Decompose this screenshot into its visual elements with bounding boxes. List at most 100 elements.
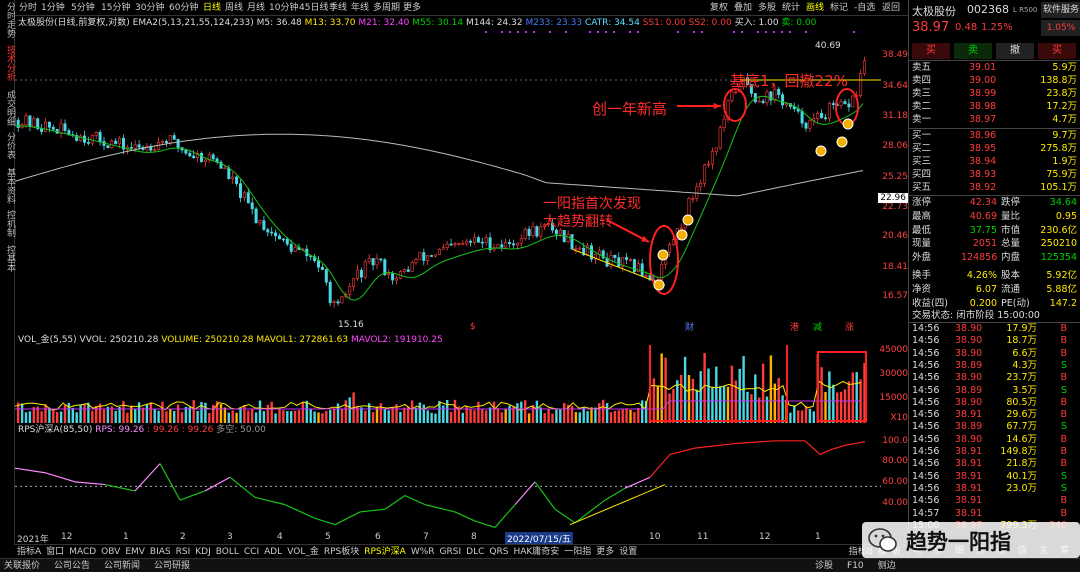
indicator-tab[interactable]: OBV	[101, 547, 120, 557]
toolbar-right-item[interactable]: 画线	[806, 0, 824, 16]
indicator-tab[interactable]: 一阳指	[564, 547, 591, 557]
vtab-ctrl-basic[interactable]: 控基本	[0, 245, 15, 272]
book-row[interactable]: 卖二 38.98 17.2万	[909, 100, 1080, 113]
book-row[interactable]: 卖三 38.99 23.8万	[909, 87, 1080, 100]
status-right-link[interactable]: F10	[847, 561, 864, 571]
toolbar-item[interactable]: 30分钟	[135, 0, 164, 16]
volume-bar	[719, 386, 722, 423]
vtab-deals[interactable]: 成交明细	[0, 90, 15, 126]
book-row[interactable]: 买一 38.96 9.7万	[909, 129, 1080, 142]
quick-buy-button[interactable]: 买	[1038, 43, 1076, 59]
book-row[interactable]: 卖四 39.00 138.8万	[909, 74, 1080, 87]
status-right-link[interactable]: 侧边	[878, 561, 896, 571]
volume-tick: X10	[890, 413, 908, 423]
toolbar-item[interactable]: 日线	[203, 0, 221, 16]
book-row[interactable]: 买三 38.94 1.9万	[909, 155, 1080, 168]
volume-chart[interactable]	[15, 345, 908, 423]
toolbar-right-item[interactable]: -自选	[854, 0, 875, 16]
toolbar-item[interactable]: 45日线	[299, 0, 328, 16]
volume-bar	[586, 411, 589, 423]
book-row[interactable]: 买二 38.95 275.8万	[909, 142, 1080, 155]
indicator-tab[interactable]: BIAS	[150, 547, 171, 557]
volume-bar	[274, 413, 277, 423]
toolbar-right-item[interactable]: 统计	[782, 0, 800, 16]
price-tick: 34.64	[882, 81, 908, 91]
indicator-tab[interactable]: HAK庸奇安	[513, 547, 559, 557]
toolbar-right-item[interactable]: 多股	[758, 0, 776, 16]
volume-bar	[290, 411, 293, 423]
toolbar-item[interactable]: 5分钟	[71, 0, 95, 16]
buy-button[interactable]: 买	[912, 43, 950, 59]
status-link[interactable]: 公司新闻	[104, 561, 140, 571]
indicator-tab[interactable]: ADL	[264, 547, 282, 557]
toolbar-item[interactable]: 60分钟	[169, 0, 198, 16]
indicator-tab[interactable]: EMV	[125, 547, 145, 557]
cancel-button[interactable]: 撤	[996, 43, 1034, 59]
indicator-tab[interactable]: GRSI	[440, 547, 462, 557]
toolbar-right-item[interactable]: 复权	[710, 0, 728, 16]
vtab-price-table[interactable]: 分价表	[0, 132, 15, 159]
rps-chart[interactable]	[15, 436, 908, 532]
tick-row: 14:57 38.91 B	[909, 508, 1080, 520]
indicator-tab[interactable]: RPS沪深A	[364, 547, 406, 557]
toolbar-right-item[interactable]: 叠加	[734, 0, 752, 16]
volume-bar	[496, 408, 500, 423]
toolbar-item[interactable]: 月线	[247, 0, 265, 16]
vtab-technical[interactable]: 技术分析	[0, 45, 15, 81]
toolbar-item[interactable]: 多周期	[373, 0, 400, 16]
book-row[interactable]: 卖一 38.97 4.7万	[909, 113, 1080, 126]
tick-volume: 14.6万	[1006, 433, 1037, 445]
status-link[interactable]: 公司研报	[154, 561, 190, 571]
tick-volume: 21.8万	[1006, 458, 1037, 470]
indicator-tab[interactable]: DLC	[466, 547, 484, 557]
volume-bar	[91, 410, 94, 423]
m5-value: M5: 36.48	[256, 18, 302, 28]
status-link[interactable]: 公司公告	[54, 561, 90, 571]
toolbar-item[interactable]: 更多	[403, 0, 421, 16]
sector-tag[interactable]: 软件服务	[1041, 2, 1080, 18]
status-link[interactable]: 关联报价	[4, 561, 40, 571]
toolbar-item[interactable]: 15分钟	[101, 0, 130, 16]
candle	[110, 138, 114, 150]
candle	[461, 240, 465, 246]
indicator-tab[interactable]: 窗口	[46, 547, 64, 557]
indicator-tab[interactable]: 设置	[619, 547, 637, 557]
candle	[508, 239, 512, 248]
indicator-tab[interactable]: BOLL	[216, 547, 239, 557]
stats-row: 现量 2051 总量 250210	[909, 237, 1080, 250]
toolbar-item[interactable]: 周线	[225, 0, 243, 16]
stat-value: 0.95	[1055, 210, 1077, 222]
indicator-tab[interactable]: CCI	[244, 547, 259, 557]
vtab-ctrl[interactable]: 控机制	[0, 210, 15, 237]
indicator-tab[interactable]: 指标A	[17, 547, 41, 557]
volume-bar	[371, 412, 375, 423]
indicator-tab[interactable]: KDJ	[195, 547, 211, 557]
toolbar-item[interactable]: 季线	[329, 0, 347, 16]
stat-value: 124856	[961, 252, 998, 264]
stat-label: 外盘	[912, 252, 932, 264]
indicator-tab[interactable]: MACD	[69, 547, 96, 557]
vtab-intraday[interactable]: 分时走势	[0, 2, 15, 38]
toolbar-item[interactable]: 10分钟	[269, 0, 298, 16]
candle	[242, 190, 246, 202]
indicator-tab[interactable]: W%R	[411, 547, 435, 557]
indicator-tab[interactable]: 更多	[596, 547, 614, 557]
toolbar-item[interactable]: 分时	[19, 0, 37, 16]
status-right-link[interactable]: 诊股	[815, 561, 833, 571]
toolbar-right-item[interactable]: 返回	[882, 0, 900, 16]
sell-button[interactable]: 卖	[954, 43, 992, 59]
indicator-tab[interactable]: RSI	[176, 547, 191, 557]
book-row[interactable]: 卖五 39.01 5.9万	[909, 61, 1080, 74]
vtab-fundamentals[interactable]: 基本资料	[0, 168, 15, 204]
candle	[660, 260, 664, 282]
sector-percent: 1.05%	[1041, 20, 1080, 36]
book-row[interactable]: 买五 38.92 105.1万	[909, 181, 1080, 194]
indicator-tab[interactable]: RPS板块	[324, 547, 359, 557]
toolbar-item[interactable]: 年线	[351, 0, 369, 16]
indicator-tab[interactable]: QRS	[489, 547, 508, 557]
indicator-tab[interactable]: VOL_金	[287, 547, 319, 557]
toolbar-right-item[interactable]: 标记	[830, 0, 848, 16]
volume-bar	[204, 402, 207, 423]
toolbar-item[interactable]: 1分钟	[41, 0, 65, 16]
book-row[interactable]: 买四 38.93 75.9万	[909, 168, 1080, 181]
